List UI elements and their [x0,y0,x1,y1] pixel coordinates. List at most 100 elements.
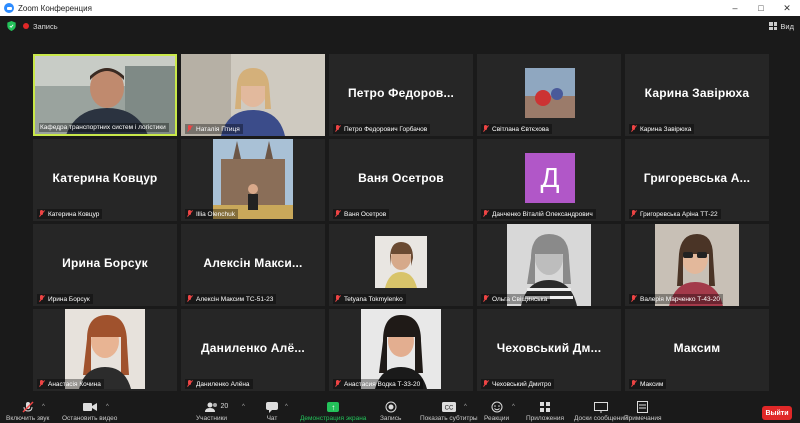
whiteboard-button[interactable]: Доски сообщений [574,401,628,422]
participant-display-name: Петро Федоров... [347,86,455,100]
participant-name: Даниленко Алёна [196,380,250,388]
title-bar: Zoom Конференция – □ ✕ [0,0,800,16]
video-tile[interactable]: Анастасія Кочина [33,309,177,391]
participant-name: Алексін Максим ТС-51-23 [196,295,274,303]
mic-muted-icon [334,210,341,218]
video-tile[interactable]: Наталія Птиця [181,54,325,136]
participants-button[interactable]: 20 Участники [196,401,229,422]
chat-label: Чат [266,415,278,422]
captions-button[interactable]: CC Показать субтитры [420,401,478,422]
mic-muted-icon [334,125,341,133]
chevron-up-icon[interactable]: ^ [464,404,467,410]
participant-name: Наталія Птиця [196,125,240,133]
video-tile[interactable]: Illia Olenchuk [181,139,325,221]
svg-text:CC: CC [444,406,453,412]
apps-button[interactable]: Приложения [526,401,564,422]
stop-video-button[interactable]: Остановить видео [62,401,117,422]
video-tile[interactable]: Карина Завірюха Карина Завірюха [625,54,769,136]
record-label: Запись [380,415,402,422]
zoom-window: Zoom Конференция – □ ✕ Запись Вид Кафедр… [0,0,800,423]
chevron-up-icon[interactable]: ^ [512,404,515,410]
mic-muted-icon [186,380,193,388]
video-tile[interactable]: Ирина Борсук Ирина Борсук [33,224,177,306]
video-tile[interactable]: Григоревська А... Григоревська Аріна ТТ-… [625,139,769,221]
apps-icon [538,401,552,413]
video-tile[interactable]: Анастасия Водка Т-33-20 [329,309,473,391]
video-tile[interactable]: Tetyana Tokmylenko [329,224,473,306]
mic-muted-icon [186,295,193,303]
video-tile[interactable]: Катерина Ковцур Катерина Ковцур [33,139,177,221]
video-tile[interactable]: Даниленко Алё... Даниленко Алёна [181,309,325,391]
participant-label: Петро Федорович Горбачов [333,124,431,134]
mic-muted-icon [334,380,341,388]
participant-display-name: Чеховський Дм... [496,341,602,355]
share-screen-icon-wrap: ↑ [326,401,340,413]
share-screen-label: Демонстрация экрана [300,415,367,422]
chevron-up-icon[interactable]: ^ [242,404,245,410]
participants-label: Участники [196,415,228,422]
whiteboard-icon [593,401,608,413]
mic-muted-icon [630,125,637,133]
participant-label: Чеховський Дмитро [481,379,555,389]
close-icon[interactable]: ✕ [774,0,800,16]
participant-label: Наталія Птиця [185,124,243,134]
video-tile[interactable]: Максим Максим [625,309,769,391]
mic-muted-icon [38,210,45,218]
window-title: Zoom Конференция [18,3,92,13]
mic-muted-icon [482,295,489,303]
stop-video-label: Остановить видео [62,415,118,422]
participant-photo [361,309,441,389]
participant-label: Анастасія Кочина [37,379,104,389]
participant-label: Катерина Ковцур [37,209,103,219]
participant-photo [65,309,145,389]
mic-muted-icon [482,210,489,218]
recording-label[interactable]: Запись [33,22,58,31]
minimize-icon[interactable]: – [722,0,748,16]
participant-name: Illia Olenchuk [196,210,236,218]
whiteboard-label: Доски сообщений [574,415,628,422]
leave-meeting-button[interactable]: Выйти [762,406,792,420]
chevron-up-icon[interactable]: ^ [106,404,109,410]
chevron-up-icon[interactable]: ^ [285,404,288,410]
share-screen-button[interactable]: ↑ Демонстрация экрана [300,401,366,422]
captions-icon: CC [441,401,456,413]
participant-label: Данченко Віталій Олександрович [481,209,596,219]
chevron-up-icon[interactable]: ^ [42,404,45,410]
video-tile[interactable]: Д Данченко Віталій Олександрович [477,139,621,221]
chat-button[interactable]: Чат [265,401,279,422]
video-tile[interactable]: Петро Федоров... Петро Федорович Горбачо… [329,54,473,136]
notes-button[interactable]: Примечания [624,401,662,422]
mic-muted-icon [482,125,489,133]
maximize-icon[interactable]: □ [748,0,774,16]
video-camera-icon [82,401,97,413]
chat-bubble-icon [265,401,279,413]
smiley-icon [490,401,504,413]
participant-photo [213,139,293,219]
video-tile[interactable]: Кафедра транспортних систем і логістики [33,54,177,136]
apps-label: Приложения [526,415,565,422]
participant-name: Ольга Свіщинська [492,295,548,303]
video-tile[interactable]: Ольга Свіщинська [477,224,621,306]
video-tile[interactable]: Валерія Марченко Т-43-20 [625,224,769,306]
mic-muted-icon [630,295,637,303]
mic-muted-icon [186,210,193,218]
record-button[interactable]: Запись [380,401,401,422]
view-button[interactable]: Вид [769,22,794,31]
reactions-label: Реакции [484,415,510,422]
shield-icon[interactable] [7,21,16,31]
view-label: Вид [780,21,794,31]
video-tile[interactable]: Алексін Макси... Алексін Максим ТС-51-23 [181,224,325,306]
mic-muted-icon [630,380,637,388]
video-tile[interactable]: Світлана Євтєхова [477,54,621,136]
participant-name: Анастасия Водка Т-33-20 [344,380,421,388]
participant-display-name: Даниленко Алё... [201,341,305,355]
participant-name: Карина Завірюха [640,125,692,133]
participant-label: Алексін Максим ТС-51-23 [185,294,277,304]
meeting-top-bar: Запись Вид [0,16,800,36]
participant-name: Анастасія Кочина [48,380,101,388]
participants-count: 20 [220,403,229,410]
video-tile[interactable]: Ваня Осетров Ваня Осетров [329,139,473,221]
reactions-button[interactable]: Реакции [484,401,509,422]
video-tile[interactable]: Чеховський Дм... Чеховський Дмитро [477,309,621,391]
participant-display-name: Ирина Борсук [62,256,148,270]
